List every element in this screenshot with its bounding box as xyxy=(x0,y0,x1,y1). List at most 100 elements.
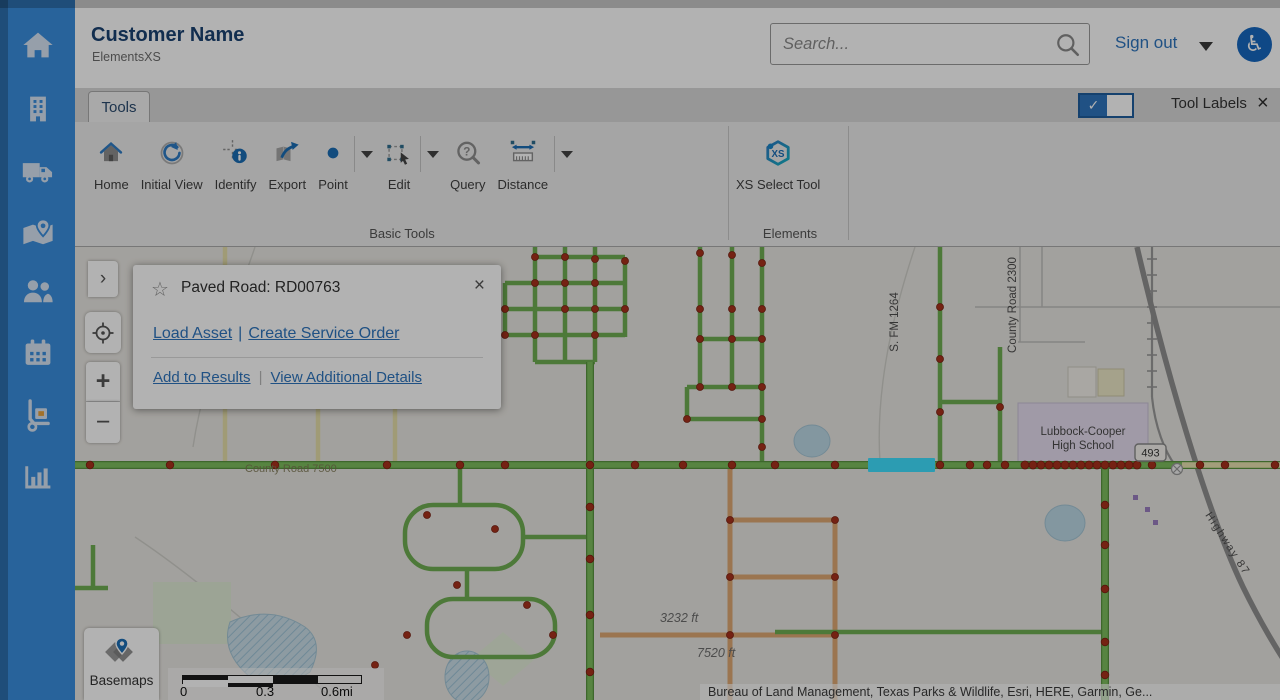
sidebar-item-map[interactable] xyxy=(0,210,75,256)
check-icon: ✓ xyxy=(1088,97,1100,114)
product-name: ElementsXS xyxy=(92,50,161,64)
sidebar-item-inventory[interactable] xyxy=(0,392,75,438)
popup-title: Paved Road: RD00763 xyxy=(181,279,340,297)
campus-building xyxy=(1068,367,1096,397)
map-pin-icon xyxy=(20,215,56,251)
create-service-order-link[interactable]: Create Service Order xyxy=(248,325,399,342)
tool-export[interactable]: Export xyxy=(263,134,313,196)
sign-out-button[interactable]: Sign out xyxy=(1115,33,1177,53)
link-separator: | xyxy=(238,325,242,342)
panel-expand-button[interactable]: › xyxy=(88,261,118,297)
locate-button[interactable] xyxy=(85,312,121,353)
sidebar-item-reports[interactable] xyxy=(0,455,75,501)
ribbon-close-button[interactable]: × xyxy=(1257,92,1269,115)
svg-text:XS: XS xyxy=(772,149,785,160)
chevron-down-icon xyxy=(561,151,573,158)
people-icon xyxy=(20,273,56,309)
calendar-icon xyxy=(20,335,56,371)
pond xyxy=(794,425,830,457)
zoom-in-button[interactable]: + xyxy=(86,362,120,402)
app-sidebar xyxy=(0,0,75,700)
xs-select-icon: XS xyxy=(763,138,793,168)
basemaps-label: Basemaps xyxy=(90,673,154,688)
point-dropdown-button[interactable] xyxy=(354,136,378,172)
tab-tools[interactable]: Tools xyxy=(88,91,150,122)
scale-bar: 0 0.3 0.6mi xyxy=(168,668,384,700)
svg-text:County Road 2300: County Road 2300 xyxy=(1007,257,1019,353)
svg-text:?: ? xyxy=(463,146,470,159)
group-separator xyxy=(728,126,729,240)
campus-building-2 xyxy=(1098,369,1124,396)
add-to-results-link[interactable]: Add to Results xyxy=(153,369,251,386)
query-icon: ? xyxy=(453,138,483,168)
identify-icon xyxy=(221,138,251,168)
tool-distance-split: Distance xyxy=(492,134,579,196)
search-icon[interactable] xyxy=(1055,32,1081,58)
selected-road-segment[interactable] xyxy=(868,458,935,472)
route-badge: 493 xyxy=(1135,444,1166,461)
tool-distance[interactable]: Distance xyxy=(492,134,555,196)
group-label-elements: Elements xyxy=(763,226,817,241)
pond-2 xyxy=(1045,505,1085,541)
chevron-down-icon xyxy=(361,151,373,158)
svg-text:High School: High School xyxy=(1052,440,1114,452)
zoom-out-button[interactable]: − xyxy=(86,402,120,443)
ribbon-tabstrip: Tools ✓ Tool Labels × xyxy=(75,88,1280,122)
link-separator-2: | xyxy=(259,369,263,386)
tool-identify[interactable]: Identify xyxy=(209,134,263,196)
tool-point-split: Point xyxy=(312,134,378,196)
tool-home[interactable]: Home xyxy=(88,134,135,196)
hand-truck-icon xyxy=(20,397,56,433)
sidebar-item-home[interactable] xyxy=(0,22,75,68)
ribbon-toolbar: Home Initial View Identify Export Point xyxy=(75,122,1280,247)
top-header: Customer Name ElementsXS Sign out ♿ xyxy=(75,0,1280,88)
popup-secondary-row: Add to Results | View Additional Details xyxy=(153,369,422,386)
svg-text:S. FM 1264: S. FM 1264 xyxy=(889,292,901,352)
distance-dropdown-button[interactable] xyxy=(554,136,578,172)
scale-mid: 0.3 xyxy=(256,684,274,699)
tool-labels-toggle[interactable]: ✓ xyxy=(1078,93,1134,118)
rail-crossing-icon xyxy=(1172,464,1183,475)
feature-popup: ☆ Paved Road: RD00763 × Load Asset | Creat… xyxy=(133,265,501,409)
tool-query[interactable]: ? Query xyxy=(444,134,491,196)
map-attribution: Bureau of Land Management, Texas Parks &… xyxy=(700,684,1280,700)
search-input[interactable] xyxy=(783,24,1043,64)
svg-text:3232 ft: 3232 ft xyxy=(660,611,699,625)
accessibility-button[interactable]: ♿ xyxy=(1237,27,1272,62)
tool-initial-view[interactable]: Initial View xyxy=(135,134,209,196)
initial-view-icon xyxy=(157,138,187,168)
svg-text:Lubbock-Cooper: Lubbock-Cooper xyxy=(1040,426,1125,438)
toggle-check: ✓ xyxy=(1080,95,1107,116)
tool-labels-label: Tool Labels xyxy=(1171,95,1247,112)
customer-name: Customer Name xyxy=(91,24,244,47)
export-icon xyxy=(272,138,302,168)
search-box xyxy=(770,23,1090,65)
edit-dropdown-button[interactable] xyxy=(420,136,444,172)
sidebar-item-organization[interactable] xyxy=(0,86,75,132)
truck-icon xyxy=(20,153,56,189)
view-additional-details-link[interactable]: View Additional Details xyxy=(270,369,421,386)
home-icon xyxy=(20,27,56,63)
distance-icon xyxy=(508,138,538,168)
load-asset-link[interactable]: Load Asset xyxy=(153,325,232,342)
popup-divider xyxy=(151,357,483,358)
sidebar-item-scheduling[interactable] xyxy=(0,330,75,376)
edit-icon xyxy=(384,138,414,168)
wheelchair-icon: ♿ xyxy=(1245,32,1265,57)
basemaps-icon xyxy=(102,635,142,669)
building-icon xyxy=(20,91,56,127)
svg-text:County Road 7500: County Road 7500 xyxy=(245,463,337,475)
park-area xyxy=(153,582,231,644)
popup-close-button[interactable]: × xyxy=(474,275,485,297)
sign-out-caret-icon[interactable] xyxy=(1199,42,1213,51)
sidebar-item-fleet[interactable] xyxy=(0,148,75,194)
tool-edit[interactable]: Edit xyxy=(378,134,420,196)
home-tool-icon xyxy=(96,138,126,168)
group-label-basic-tools: Basic Tools xyxy=(369,226,435,241)
tool-point[interactable]: Point xyxy=(312,134,354,196)
app-window: S. FM 1264 County Road 2300 County Road … xyxy=(0,0,1280,700)
tool-xs-select[interactable]: XS XS Select Tool xyxy=(730,134,826,196)
favorite-star-icon[interactable]: ☆ xyxy=(151,277,169,302)
sidebar-item-customers[interactable] xyxy=(0,268,75,314)
basemaps-button[interactable]: Basemaps xyxy=(84,628,159,700)
